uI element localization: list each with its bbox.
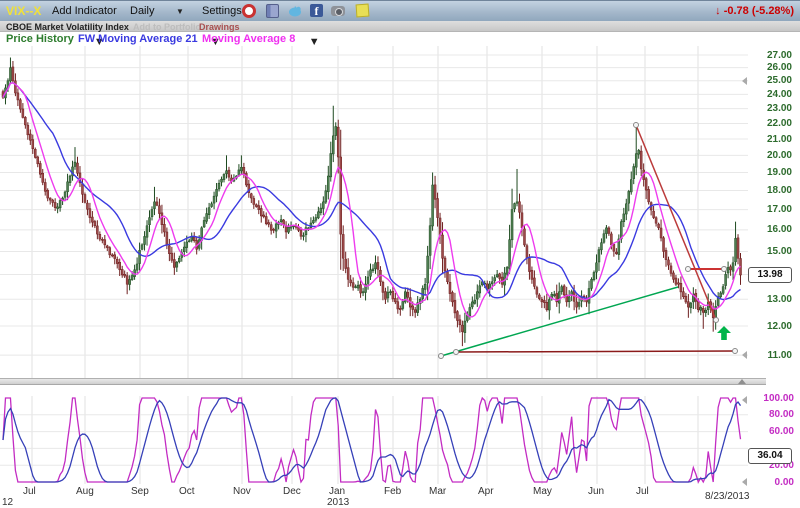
ma-line-0 [3, 83, 741, 300]
price-axis-label: 21.00 [748, 134, 792, 145]
price-axis-label: 23.00 [748, 103, 792, 114]
month-label: Mar [429, 486, 446, 497]
month-label: Jul [636, 486, 649, 497]
add-to-portfolio-link[interactable]: Add to Portfolio [133, 22, 201, 32]
last-date-label: 8/23/2013 [705, 491, 750, 502]
camera-icon[interactable] [331, 6, 345, 16]
symbol-label[interactable]: VIX--X [6, 4, 41, 18]
price-axis-label: 20.00 [748, 150, 792, 161]
price-axis-label: 22.00 [748, 118, 792, 129]
month-label: Sep [131, 486, 149, 497]
alarm-clock-icon[interactable] [242, 4, 256, 18]
stoch-axis-label: 80.00 [748, 409, 794, 420]
settings-button[interactable]: Settings [202, 5, 242, 17]
month-label: Jul [23, 486, 36, 497]
price-gridlines [0, 46, 748, 378]
month-label: Feb [384, 486, 401, 497]
drawings-link[interactable]: Drawings [199, 22, 240, 32]
axis-marker-icon [742, 396, 747, 404]
month-label: Oct [179, 486, 195, 497]
stoch-ma-line [3, 398, 741, 482]
price-axis-label: 12.00 [748, 321, 792, 332]
series-item-1[interactable]: FW Moving Average 21 [78, 33, 198, 45]
sticky-note-icon[interactable] [356, 4, 370, 18]
timeframe-select[interactable]: Daily [130, 5, 154, 17]
date-axis: Jul Aug Sep Oct Nov Dec Jan Feb Mar Apr May Jun Jul 1… [0, 480, 800, 508]
stoch-axis-label: 60.00 [748, 426, 794, 437]
facebook-icon[interactable]: f [310, 4, 323, 17]
price-axis-label: 26.00 [748, 62, 792, 73]
month-label: Aug [76, 486, 94, 497]
index-name-label: CBOE Market Volatility Index [6, 22, 129, 32]
green-up-arrow [717, 326, 731, 340]
price-axis-label: 18.00 [748, 185, 792, 196]
charting-app-window: VIX--X Add Indicator Daily ▼ Settings f … [0, 0, 800, 508]
stoch-rsi-line [3, 398, 741, 482]
month-label: Jan [329, 486, 345, 497]
divider-handle-icon[interactable] [738, 379, 746, 384]
year-label: 2013 [327, 497, 349, 508]
price-axis-label: 16.00 [748, 224, 792, 235]
down-arrow-icon: ↓ [715, 5, 721, 17]
price-axis-label: 13.00 [748, 294, 792, 305]
price-axis-label: 24.00 [748, 89, 792, 100]
series-item-2[interactable]: Moving Average 8 [202, 33, 295, 45]
month-label: Apr [478, 486, 494, 497]
book-icon[interactable] [266, 4, 279, 18]
price-axis-label: 27.00 [748, 50, 792, 61]
last-price-box: 13.98 [748, 267, 792, 283]
price-axis-label: 25.00 [748, 75, 792, 86]
price-chart[interactable] [0, 46, 748, 378]
month-label: May [533, 486, 552, 497]
year-label: 12 [2, 497, 13, 508]
drawing-tools [439, 123, 738, 359]
subheader-bar: CBOE Market Volatility Index Add to Port… [0, 21, 800, 32]
price-axis-label: 11.00 [748, 350, 792, 361]
price-axis-label: 15.00 [748, 246, 792, 257]
price-axis-label: 17.00 [748, 204, 792, 215]
add-indicator-button[interactable]: Add Indicator [52, 5, 117, 17]
panel-divider[interactable] [0, 378, 766, 385]
stoch-last-value-box: 36.04 [748, 448, 792, 464]
price-axis-label: 19.00 [748, 167, 792, 178]
timeframe-dropdown-arrow-icon[interactable]: ▼ [176, 7, 184, 16]
axis-marker-icon [742, 77, 747, 85]
series-selector-bar: Price History▼FW Moving Average 21▼Movin… [0, 32, 800, 46]
change-value: -0.78 (-5.28%) [724, 5, 794, 17]
twitter-icon[interactable] [287, 4, 301, 18]
series-item-0[interactable]: Price History [6, 33, 74, 45]
candles [2, 58, 742, 347]
month-label: Nov [233, 486, 251, 497]
axis-marker-icon [742, 351, 747, 359]
month-label: Dec [283, 486, 301, 497]
price-change-badge: ↓ -0.78 (-5.28%) [715, 5, 794, 17]
top-toolbar: VIX--X Add Indicator Daily ▼ Settings f … [0, 0, 800, 21]
stochastics-chart[interactable] [0, 396, 748, 484]
month-label: Jun [588, 486, 604, 497]
stoch-axis-label: 100.00 [748, 393, 794, 404]
